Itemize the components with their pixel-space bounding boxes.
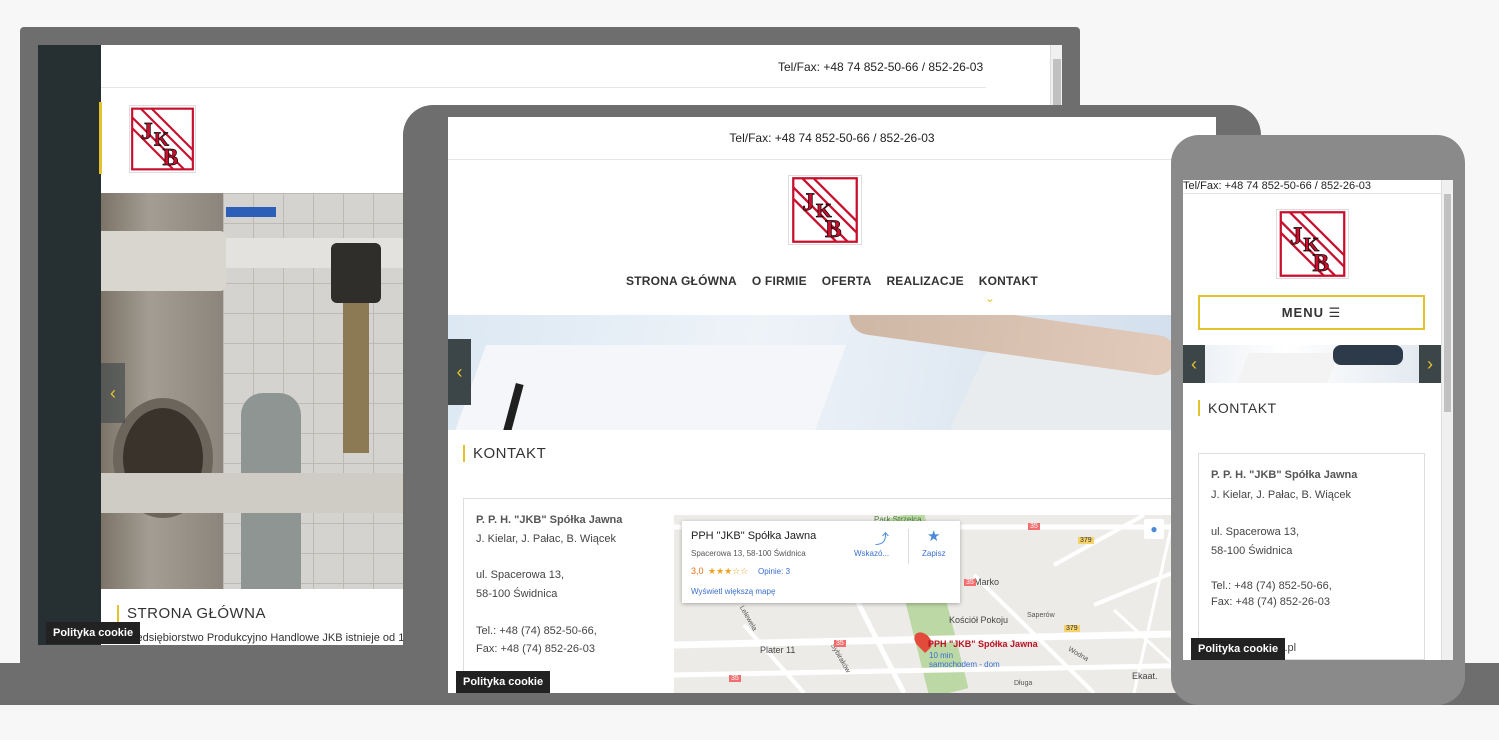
fax: Fax: +48 (74) 852-26-03 xyxy=(476,643,595,656)
tablet-hero-image xyxy=(448,315,1216,430)
phone-phone-text: Tel/Fax: +48 74 852-50-66 / 852-26-03 xyxy=(1183,180,1372,192)
phone-menu-button[interactable]: MENU ☰ xyxy=(1198,295,1425,330)
map-save-button[interactable]: Zapisz xyxy=(922,549,946,558)
jkb-logo[interactable]: J K B xyxy=(788,175,862,245)
jkb-logo-icon: J K B xyxy=(792,177,858,244)
map-road-35: 35 xyxy=(834,640,846,647)
logo-letter-j: J xyxy=(141,119,153,145)
map-road-379: 379 xyxy=(1064,625,1080,632)
company-name: P. P. H. "JKB" Spółka Jawna xyxy=(1211,469,1358,481)
phone-scrollbar[interactable] xyxy=(1441,180,1453,660)
phone-slider-next[interactable]: › xyxy=(1419,345,1441,383)
laptop-phone-text: Tel/Fax: +48 74 852-50-66 / 852-26-03 xyxy=(778,60,984,74)
svg-text:J: J xyxy=(1290,223,1302,250)
jkb-logo[interactable]: J K B xyxy=(129,105,196,173)
map-drive-time: 10 min xyxy=(929,651,954,660)
tablet-phone-text: Tel/Fax: +48 74 852-50-66 / 852-26-03 xyxy=(729,131,935,145)
tablet-section-title: KONTAKT xyxy=(463,445,546,462)
street: ul. Spacerowa 13, xyxy=(476,569,565,582)
laptop-intro-text: Przedsiębiorstwo Produkcyjno Handlowe JK… xyxy=(120,632,423,644)
tablet-address: P. P. H. "JKB" Spółka Jawna J. Kielar, J… xyxy=(476,511,676,659)
map-rating: 3,0 xyxy=(691,566,704,576)
pipe-arrow-marker xyxy=(226,207,276,217)
map-pin-label: PPH "JKB" Spółka Jawna xyxy=(928,639,1038,649)
map-directions-button[interactable]: Wskazó... xyxy=(854,549,889,558)
jkb-logo-icon: J K B xyxy=(131,107,194,171)
nav-realizacje[interactable]: REALIZACJE xyxy=(886,274,963,288)
map-label-plater: Plater 11 xyxy=(760,645,796,655)
chevron-left-icon: ‹ xyxy=(456,361,463,382)
tablet-slider-prev[interactable]: ‹ xyxy=(448,339,471,405)
jkb-logo-icon: J K B xyxy=(1279,211,1346,278)
map-reviews-link[interactable]: Opinie: 3 xyxy=(758,567,790,576)
map-place-card: PPH "JKB" Spółka Jawna Spacerowa 13, 58-… xyxy=(682,521,960,603)
svg-text:B: B xyxy=(825,216,842,243)
map-place-address: Spacerowa 13, 58-100 Świdnica xyxy=(691,549,806,558)
star-icon[interactable]: ★ xyxy=(927,527,940,545)
svg-text:J: J xyxy=(802,189,814,216)
nav-strona-glowna[interactable]: STRONA GŁÓWNA xyxy=(626,274,737,288)
logo-letter-b: B xyxy=(163,145,179,171)
laptop-hero-image xyxy=(101,193,403,589)
svg-text:B: B xyxy=(1313,250,1330,277)
owners: J. Kielar, J. Pałac, B. Wiącek xyxy=(476,532,616,545)
phone-address: P. P. H. "JKB" Spółka Jawna J. Kielar, J… xyxy=(1211,466,1357,610)
tel: Tel.: +48 (74) 852-50-66, xyxy=(1211,580,1332,593)
tablet-cookie-button[interactable]: Polityka cookie xyxy=(456,671,551,693)
phone-hero-image xyxy=(1183,345,1441,383)
star-icon: ★★★☆☆ xyxy=(708,566,749,576)
tel: Tel.: +48 (74) 852-50-66, xyxy=(476,624,597,637)
fax: Fax: +48 (74) 852-26-03 xyxy=(1211,595,1330,608)
divider xyxy=(101,87,986,88)
laptop-section-title: STRONA GŁÓWNA xyxy=(117,605,266,622)
phone-cookie-button[interactable]: Polityka cookie xyxy=(1191,638,1286,660)
map-drive-label: samochodem - dom xyxy=(929,660,1000,669)
map-label-dluga: Długa xyxy=(1014,680,1033,687)
accent-bar xyxy=(99,102,102,174)
map-road-35: 35 xyxy=(729,675,741,682)
map-label-marko: Marko xyxy=(974,577,1000,587)
chevron-left-icon: ‹ xyxy=(110,382,116,403)
map-label-ekaat: Ekaat. xyxy=(1132,671,1158,681)
divider xyxy=(1183,193,1441,194)
laptop-slider-prev[interactable]: ‹ xyxy=(101,363,125,423)
map-larger-link[interactable]: Wyświetl większą mapę xyxy=(691,587,775,596)
chevron-down-icon: ⌄ xyxy=(985,291,996,305)
street: ul. Spacerowa 13, xyxy=(1211,525,1300,538)
nav-o-firmie[interactable]: O FIRMIE xyxy=(752,274,807,288)
phone-scroll-thumb[interactable] xyxy=(1444,194,1451,412)
chevron-right-icon: › xyxy=(1427,353,1433,374)
laptop-cookie-button[interactable]: Polityka cookie xyxy=(46,622,141,644)
tablet-main-nav: STRONA GŁÓWNA O FIRMIE OFERTA REALIZACJE… xyxy=(448,274,1216,288)
city: 58-100 Świdnica xyxy=(1211,545,1293,558)
map-road-35: 35 xyxy=(1028,523,1040,530)
tablet-screen: Tel/Fax: +48 74 852-50-66 / 852-26-03 J … xyxy=(448,117,1216,693)
city: 58-100 Świdnica xyxy=(476,588,558,601)
company-name: P. P. H. "JKB" Spółka Jawna xyxy=(476,514,623,526)
chevron-left-icon: ‹ xyxy=(1191,353,1197,374)
person-icon[interactable]: ● xyxy=(1144,519,1164,539)
directions-icon[interactable]: ⤴ xyxy=(875,529,889,549)
map-label-kosciol: Kościół Pokoju xyxy=(949,615,1009,625)
jkb-logo[interactable]: J K B xyxy=(1276,209,1349,279)
owners: J. Kielar, J. Pałac, B. Wiącek xyxy=(1211,488,1351,501)
divider xyxy=(448,159,1216,160)
nav-oferta[interactable]: OFERTA xyxy=(822,274,872,288)
nav-kontakt[interactable]: KONTAKT xyxy=(979,274,1038,288)
laptop-sidebar xyxy=(38,45,101,645)
map-road-35: 35 xyxy=(964,579,976,586)
phone-screen: Tel/Fax: +48 74 852-50-66 / 852-26-03 J … xyxy=(1183,180,1453,660)
map-place-name: PPH "JKB" Spółka Jawna xyxy=(691,530,817,542)
phone-section-title: KONTAKT xyxy=(1198,400,1277,416)
map-road-379: 379 xyxy=(1078,537,1094,544)
phone-slider-prev[interactable]: ‹ xyxy=(1183,345,1205,383)
map-label-saperow: Saperów xyxy=(1027,612,1055,619)
tablet-google-map[interactable]: Park Strzelca Marko Kościół Pokoju Plate… xyxy=(674,515,1216,693)
